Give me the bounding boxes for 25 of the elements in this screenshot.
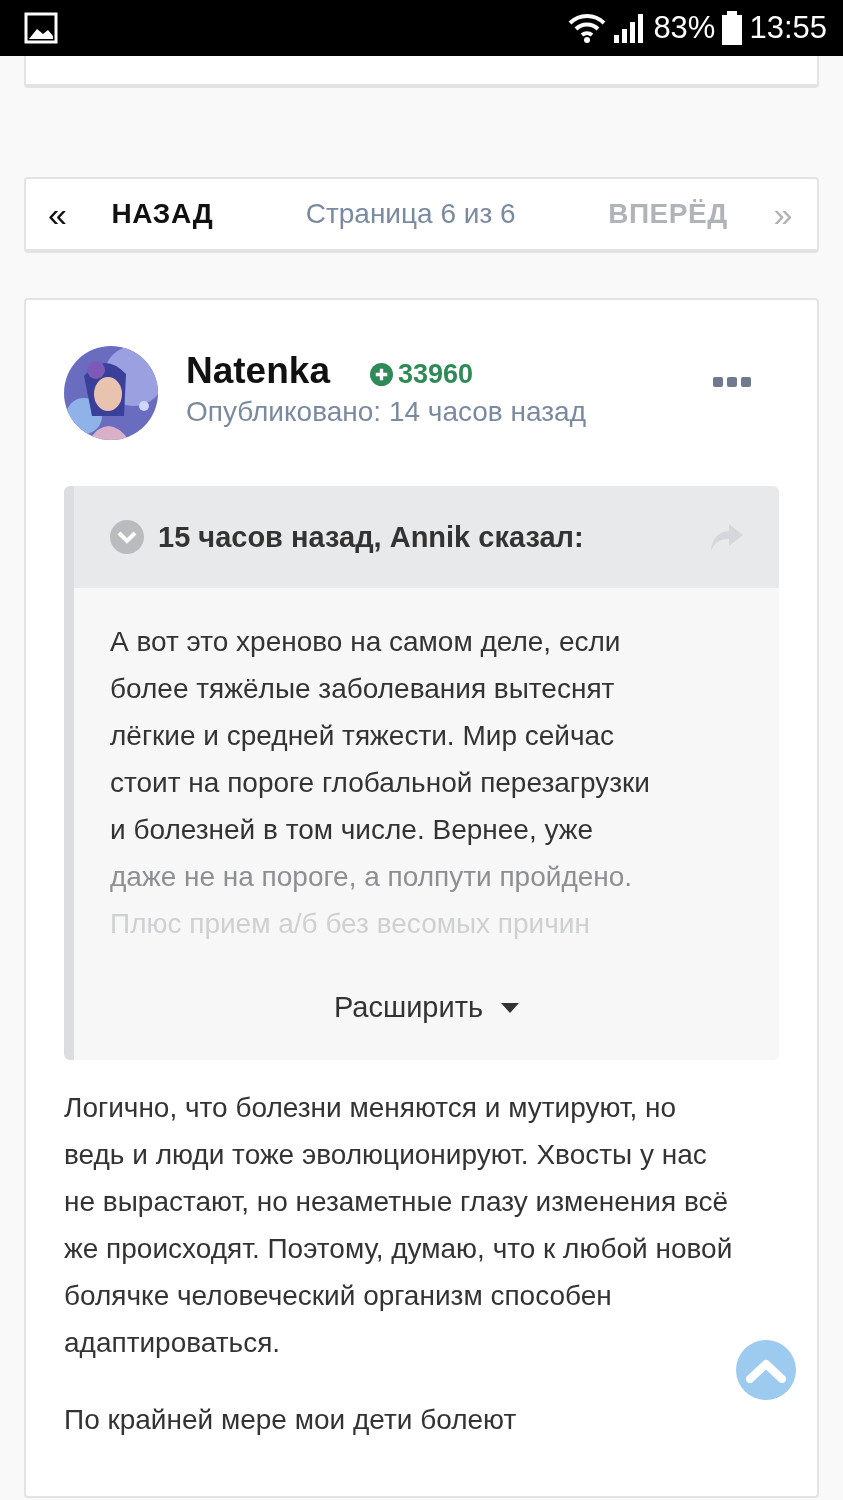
battery-icon — [721, 11, 744, 45]
publish-time: Опубликовано: 14 часов назад — [186, 396, 587, 428]
quote-line: лёгкие и средней тяжести. Мир сейчас — [110, 719, 616, 753]
ellipsis-icon — [713, 376, 751, 388]
quote-line: даже не на пороге, а полпути пройдено. — [110, 860, 634, 894]
author-name[interactable]: Natenka — [186, 350, 330, 392]
page-indicator: Страница 6 из 6 — [304, 198, 517, 230]
quote-line: стоит на пороге глобальной перезагрузки — [110, 766, 651, 800]
reputation-score: 33960 — [369, 352, 474, 390]
post-paragraph: По крайней мере мои дети болеют — [64, 1403, 518, 1437]
image-icon — [24, 12, 58, 44]
post-paragraph: Логично, что болезни меняются и мутируют, но ведь и люди тоже эволюционируют. Хвосты у нас не вырастают, но незаметные глазу изменения всё же происходят. Поэтому, думаю, что к любой новой болячке человеческий организм способен адаптироваться. — [64, 1091, 734, 1360]
battery-percent: 83% — [653, 10, 716, 46]
previous-page-link[interactable]: « НАЗАД — [26, 194, 214, 234]
quote-line: и болезней в том числе. Вернее, уже — [110, 813, 595, 847]
quote-line: более тяжёлые заболевания вытеснят — [110, 672, 616, 706]
plus-icon — [369, 362, 393, 386]
caret-icon — [501, 1002, 520, 1013]
clock-time: 13:55 — [749, 10, 827, 46]
expand-button[interactable]: Расширить — [333, 991, 520, 1060]
collapse-icon[interactable] — [110, 520, 144, 554]
quote-line: А вот это хреново на самом деле, если — [110, 625, 622, 659]
quote-attribution: 15 часов назад, Annik сказал: — [158, 520, 585, 554]
wifi-icon — [567, 12, 608, 44]
chevron-up-icon — [746, 1357, 786, 1383]
